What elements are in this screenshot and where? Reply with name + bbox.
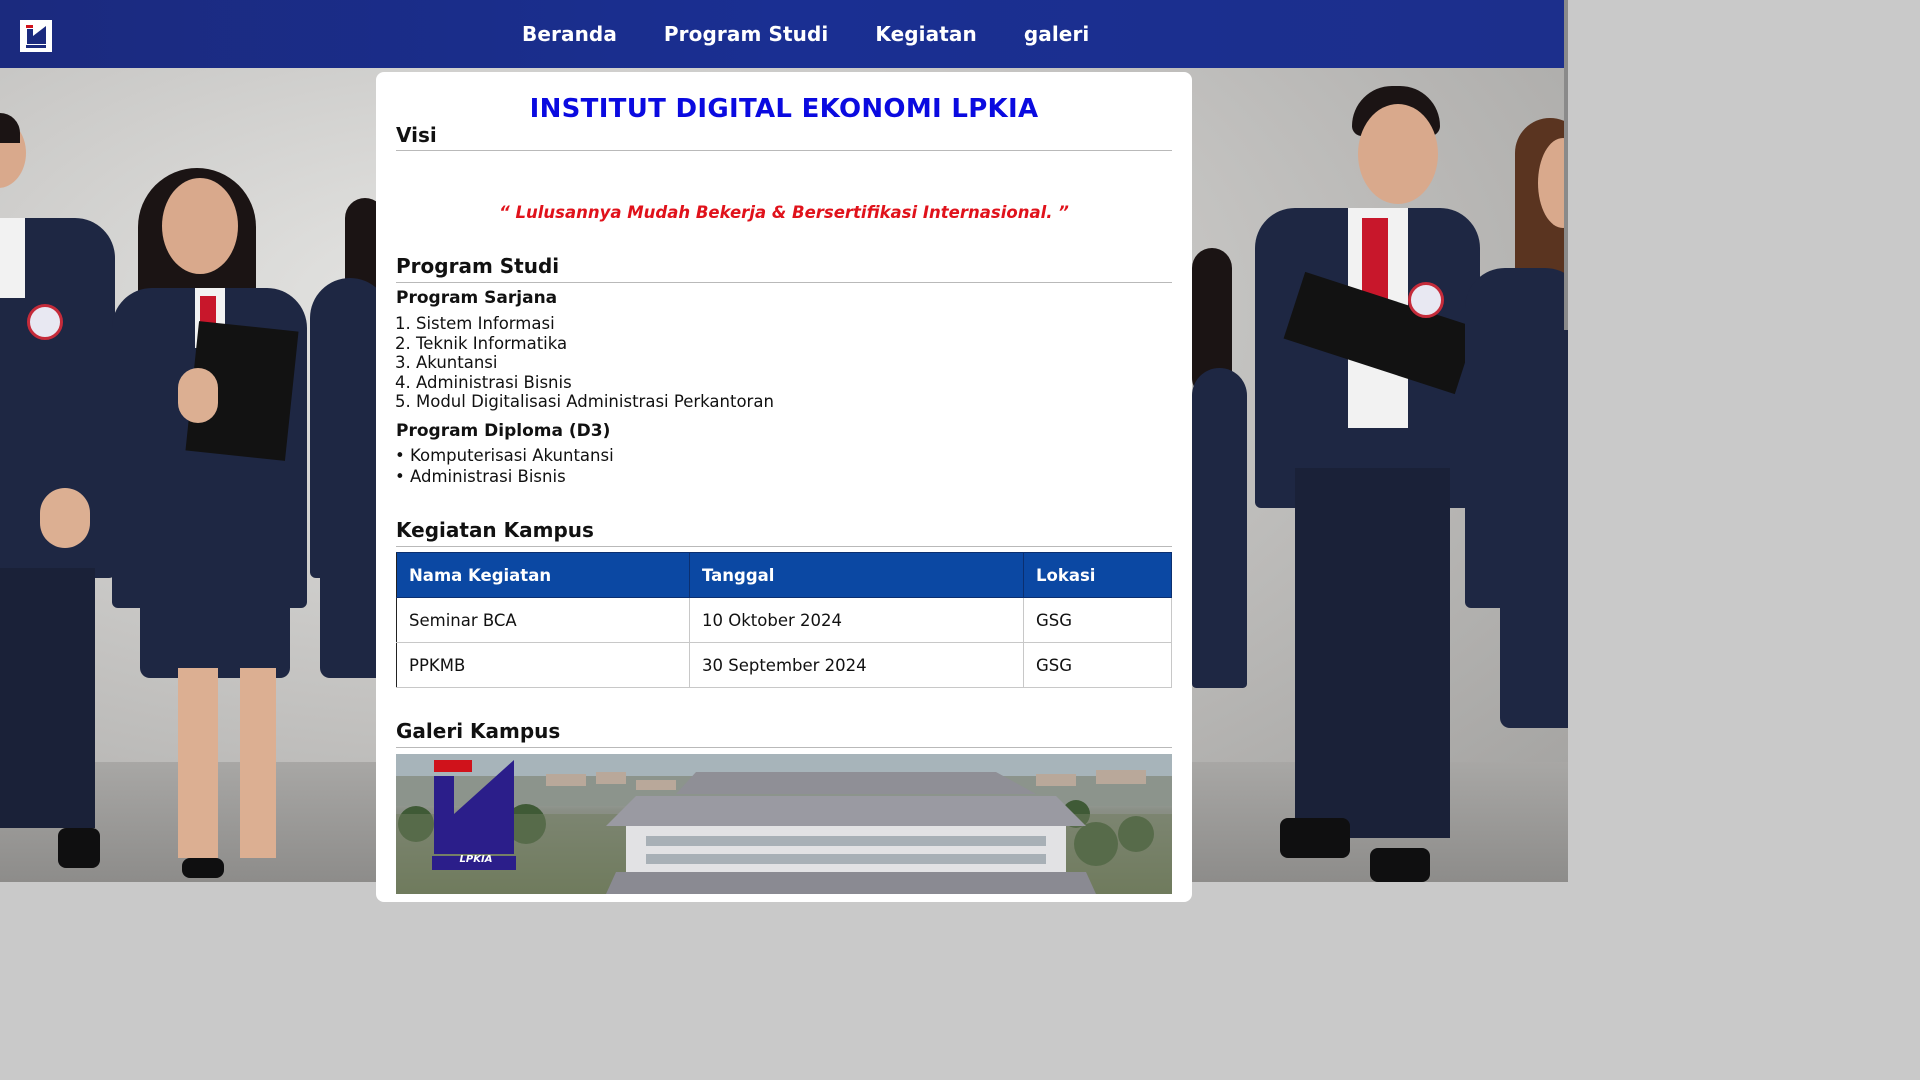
divider xyxy=(396,282,1172,283)
divider xyxy=(396,747,1172,748)
student-figure-woman-right xyxy=(1460,68,1568,882)
nav-kegiatan[interactable]: Kegiatan xyxy=(875,22,976,46)
column-header-tanggal: Tanggal xyxy=(689,552,1024,598)
list-item: • Administrasi Bisnis xyxy=(395,466,566,486)
table-header-row: Nama Kegiatan Tanggal Lokasi xyxy=(396,552,1172,598)
list-item: 5. Modul Digitalisasi Administrasi Perka… xyxy=(395,392,774,412)
list-item: 2. Teknik Informatika xyxy=(395,333,568,353)
nav-links: Beranda Program Studi Kegiatan galeri xyxy=(522,0,1136,68)
content-card: INSTITUT DIGITAL EKONOMI LPKIA Visi “ Lu… xyxy=(376,72,1192,902)
table-cell: PPKMB xyxy=(396,642,690,688)
table-cell: GSG xyxy=(1023,642,1172,688)
divider xyxy=(396,150,1172,151)
program-sarjana-heading: Program Sarjana xyxy=(396,288,558,308)
gallery-image-campus[interactable]: LPKIA xyxy=(396,754,1172,894)
table-cell: GSG xyxy=(1023,597,1172,643)
list-item: • Komputerisasi Akuntansi xyxy=(395,446,614,465)
program-sarjana-list: 1. Sistem Informasi 2. Teknik Informatik… xyxy=(395,314,774,412)
nav-galeri[interactable]: galeri xyxy=(1024,22,1090,46)
program-studi-heading: Program Studi xyxy=(396,254,560,278)
list-item: 3. Akuntansi xyxy=(395,353,498,373)
student-figure-behind-right xyxy=(1192,68,1252,882)
lpkia-logo-icon[interactable] xyxy=(20,20,52,52)
visi-quote: “ Lulusannya Mudah Bekerja & Bersertifik… xyxy=(499,203,1069,222)
page-scrollbar[interactable] xyxy=(1564,0,1568,330)
kegiatan-heading: Kegiatan Kampus xyxy=(396,518,594,542)
campus-building-illustration xyxy=(396,754,1172,894)
gallery-logo-text: LPKIA xyxy=(459,854,493,865)
student-figure-man-right xyxy=(1240,68,1490,882)
list-item: 4. Administrasi Bisnis xyxy=(395,372,572,392)
list-item: 1. Sistem Informasi xyxy=(395,314,555,333)
navbar: Beranda Program Studi Kegiatan galeri xyxy=(0,0,1568,68)
column-header-lokasi: Lokasi xyxy=(1023,552,1172,598)
column-header-nama: Nama Kegiatan xyxy=(396,552,690,598)
page-title: INSTITUT DIGITAL EKONOMI LPKIA xyxy=(529,94,1039,124)
table-cell: Seminar BCA xyxy=(396,597,690,643)
visi-heading: Visi xyxy=(396,123,437,147)
table-row: Seminar BCA 10 Oktober 2024 GSG xyxy=(396,597,1172,643)
kegiatan-table: Nama Kegiatan Tanggal Lokasi Seminar BCA… xyxy=(396,552,1172,688)
table-row: PPKMB 30 September 2024 GSG xyxy=(396,642,1172,688)
table-cell: 30 September 2024 xyxy=(689,642,1024,688)
student-figure-behind xyxy=(300,68,390,882)
nav-beranda[interactable]: Beranda xyxy=(522,22,617,46)
divider xyxy=(396,546,1172,547)
program-diploma-heading: Program Diploma (D3) xyxy=(396,421,611,441)
nav-program-studi[interactable]: Program Studi xyxy=(664,22,828,46)
table-cell: 10 Oktober 2024 xyxy=(689,597,1024,643)
galeri-heading: Galeri Kampus xyxy=(396,719,561,743)
program-diploma-list: • Komputerisasi Akuntansi • Administrasi… xyxy=(395,446,614,487)
